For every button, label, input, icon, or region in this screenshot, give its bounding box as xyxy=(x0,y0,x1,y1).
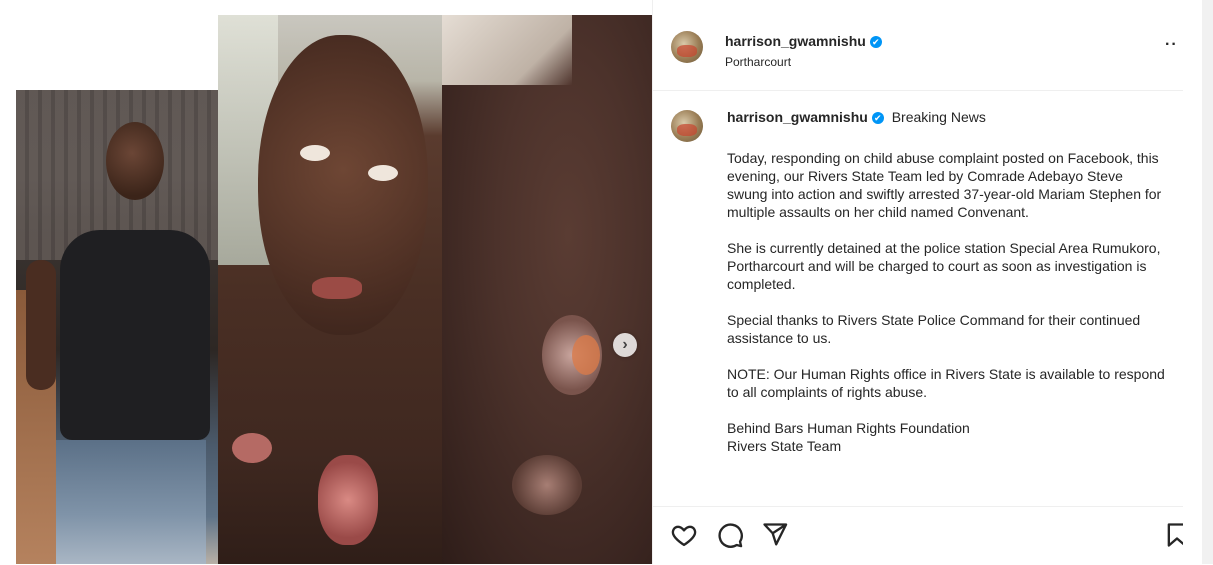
signature-line: Rivers State Team xyxy=(727,438,842,454)
caption-paragraph: She is currently detained at the police … xyxy=(727,240,1161,292)
next-media-button[interactable]: › xyxy=(613,333,637,357)
signature-line: Behind Bars Human Rights Foundation xyxy=(727,420,970,436)
comment-icon[interactable] xyxy=(716,521,744,549)
caption-area: harrison_gwamnishu ✔ Breaking News Today,… xyxy=(653,91,1183,503)
post-media: › xyxy=(0,0,652,564)
avatar[interactable] xyxy=(671,31,703,63)
bookmark-icon[interactable] xyxy=(1163,521,1183,549)
caption-paragraph: Today, responding on child abuse complai… xyxy=(727,150,1162,220)
scrollbar[interactable] xyxy=(1202,0,1213,564)
caption-username-link[interactable]: harrison_gwamnishu xyxy=(727,109,868,125)
verified-badge-icon: ✔ xyxy=(871,112,884,124)
caption-header: harrison_gwamnishu ✔ Breaking News xyxy=(727,109,986,125)
heart-icon[interactable] xyxy=(670,521,698,549)
share-icon[interactable] xyxy=(761,521,789,549)
caption-tag: Breaking News xyxy=(891,109,986,125)
caption-paragraph: NOTE: Our Human Rights office in Rivers … xyxy=(727,366,1165,400)
location-link[interactable]: Portharcourt xyxy=(725,55,791,69)
photo-skin-closeup xyxy=(442,15,652,564)
username-link[interactable]: harrison_gwamnishu xyxy=(725,33,866,49)
post-panel: harrison_gwamnishu ✔ Portharcourt ·· harr… xyxy=(652,0,1203,564)
more-options-button[interactable]: ·· xyxy=(1165,36,1178,54)
header-username-row: harrison_gwamnishu ✔ xyxy=(725,33,882,49)
action-bar xyxy=(653,506,1183,565)
post-header: harrison_gwamnishu ✔ Portharcourt ·· xyxy=(653,0,1183,91)
chevron-right-icon: › xyxy=(622,336,628,353)
caption-paragraph: Special thanks to Rivers State Police Co… xyxy=(727,312,1141,346)
caption-avatar[interactable] xyxy=(671,110,703,142)
caption-text: Today, responding on child abuse complai… xyxy=(727,149,1167,455)
photo-woman xyxy=(16,90,218,564)
photo-child-injuries xyxy=(218,15,442,564)
verified-badge-icon: ✔ xyxy=(869,36,882,48)
